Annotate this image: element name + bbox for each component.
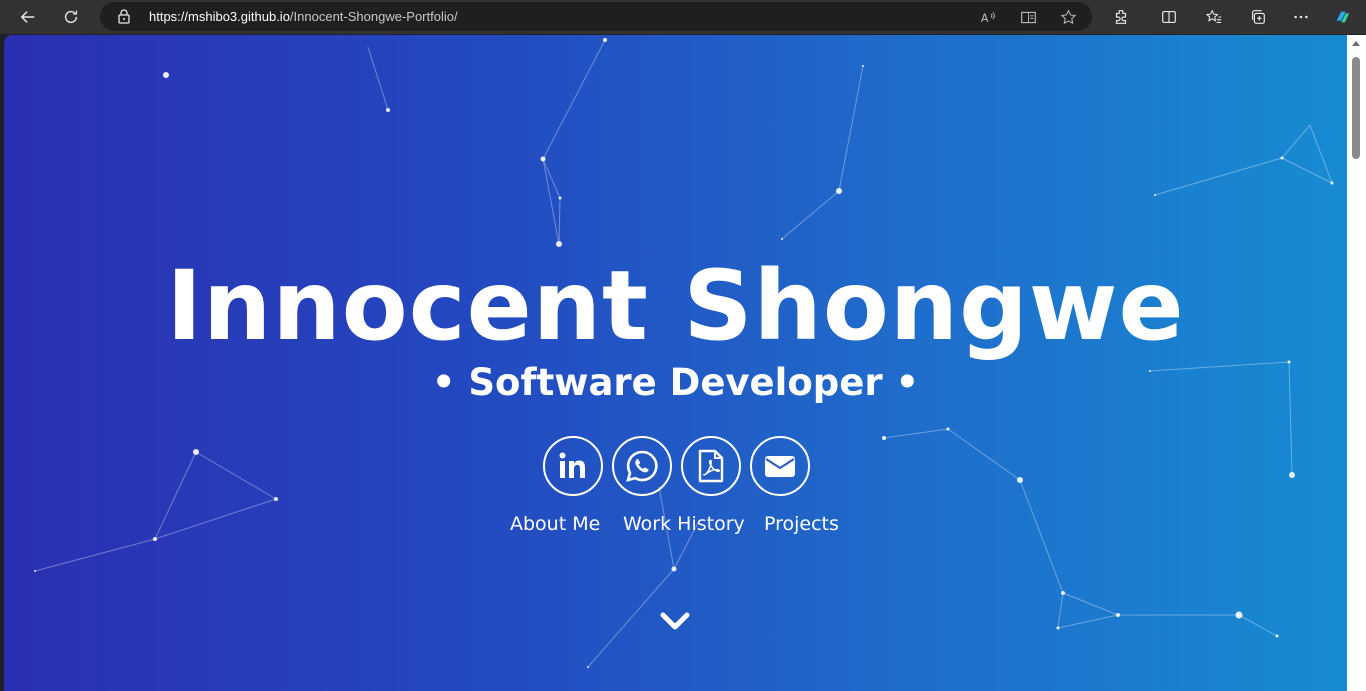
immersive-reader-button[interactable] [1018,7,1038,27]
nav-projects[interactable]: Projects [764,513,839,535]
favorite-button[interactable] [1058,7,1078,27]
scroll-down-chevron-icon[interactable] [660,612,690,632]
nav-about-me[interactable]: About Me [510,513,600,535]
whatsapp-button[interactable] [612,436,672,496]
browser-toolbar: https://mshibo3.github.io/Innocent-Shong… [0,0,1366,34]
url-host: https://mshibo3.github.io [149,9,290,24]
split-screen-icon [1162,11,1176,23]
more-icon [1294,15,1308,19]
favorites-icon [1205,9,1222,23]
nav-work-history[interactable]: Work History [623,513,745,535]
svg-text:A: A [980,11,988,24]
page-scrollbar[interactable] [1347,35,1366,691]
envelope-icon [765,456,795,477]
email-button[interactable] [750,436,810,496]
split-screen-button[interactable] [1155,3,1183,31]
copilot-icon [1336,11,1350,23]
url-path: /Innocent-Shongwe-Portfolio/ [289,9,458,24]
linkedin-button[interactable] [543,436,603,496]
refresh-icon [64,10,78,24]
favorites-button[interactable] [1200,3,1228,31]
extensions-icon [1115,10,1127,24]
extensions-button[interactable] [1107,3,1135,31]
more-button[interactable] [1287,3,1315,31]
resume-pdf-button[interactable] [681,436,741,496]
refresh-button[interactable] [57,3,85,31]
favorite-star-icon [1060,9,1076,24]
whatsapp-icon [626,450,658,482]
scroll-thumb[interactable] [1352,57,1360,159]
read-aloud-button[interactable]: A [978,7,998,27]
immersive-reader-icon [1020,11,1036,23]
page-viewport: Innocent Shongwe • Software Developer • … [4,35,1347,691]
pdf-icon [698,449,724,483]
linkedin-icon [559,452,585,478]
read-aloud-icon: A [980,11,995,24]
hero-subtitle: • Software Developer • [431,361,920,404]
hero-title: Innocent Shongwe [166,250,1185,362]
url-text[interactable]: https://mshibo3.github.io/Innocent-Shong… [149,9,458,24]
back-icon [20,11,35,23]
lock-icon[interactable] [116,8,132,24]
address-bar[interactable]: https://mshibo3.github.io/Innocent-Shong… [100,2,1092,31]
copilot-button[interactable] [1329,3,1357,31]
collections-icon [1252,10,1265,24]
back-button[interactable] [14,3,42,31]
collections-button[interactable] [1244,3,1272,31]
scroll-up-arrow-icon[interactable] [1352,41,1360,46]
